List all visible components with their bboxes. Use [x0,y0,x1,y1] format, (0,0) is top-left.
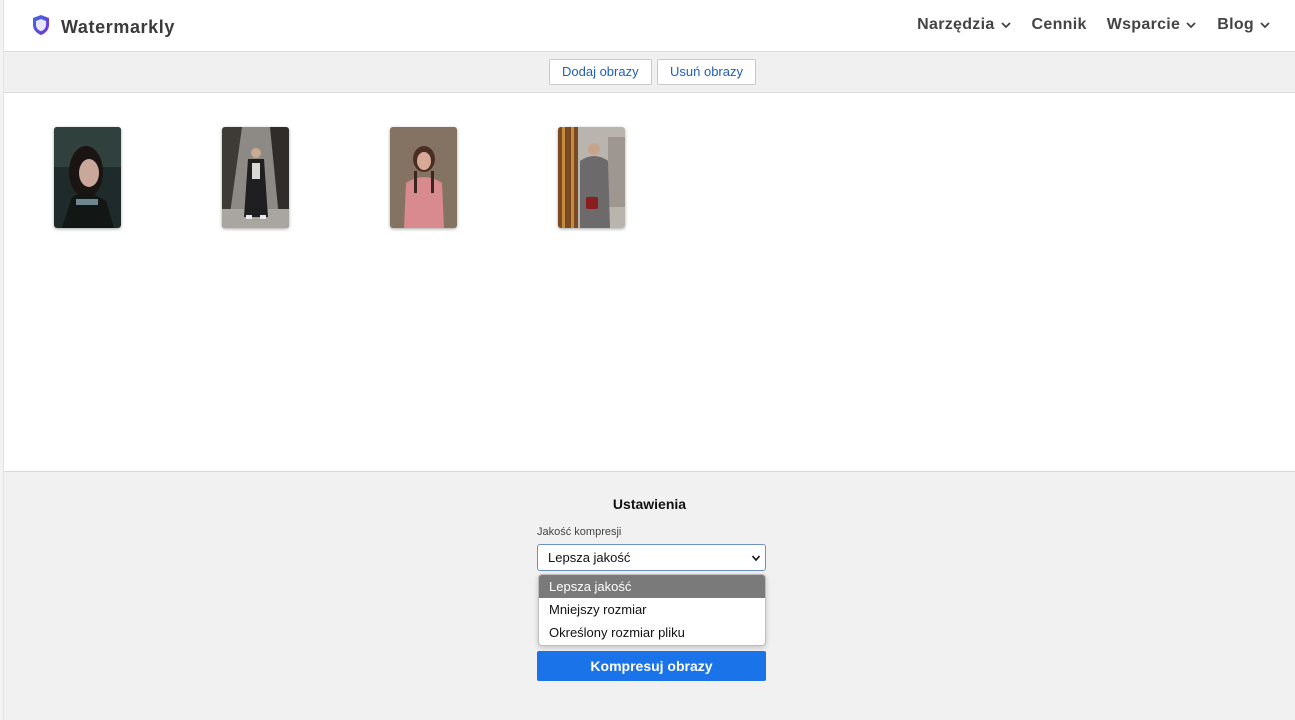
compress-images-button[interactable]: Kompresuj obrazy [537,651,766,681]
shield-logo-icon [31,14,51,41]
remove-images-button[interactable]: Usuń obrazy [657,59,756,85]
nav-item-narzedzia[interactable]: Narzędzia [917,16,1011,34]
brand-logo[interactable]: Watermarkly [31,14,175,41]
add-images-button[interactable]: Dodaj obrazy [549,59,652,85]
chevron-down-icon [1260,22,1270,29]
dropdown-option-better-quality[interactable]: Lepsza jakość [539,575,765,598]
photo-woman-window-scarf [558,127,625,228]
chevron-down-icon [1186,22,1196,29]
nav-item-label: Cennik [1031,16,1087,33]
compression-quality-select[interactable]: Lepsza jakość [537,544,766,571]
photo-woman-pink-jacket [390,127,457,228]
dropdown-option-smaller-size[interactable]: Mniejszy rozmiar [539,598,765,621]
image-toolbar: Dodaj obrazy Usuń obrazy [4,52,1295,93]
brand-name: Watermarkly [61,17,175,37]
photo-woman-dark-hair [54,127,121,228]
nav-item-blog[interactable]: Blog [1217,16,1271,34]
image-thumbnail[interactable] [54,127,121,228]
image-thumbnail[interactable] [222,127,289,228]
nav-item-label: Wsparcie [1106,16,1181,33]
image-thumbnail[interactable] [558,127,625,228]
main-nav: Narzędzia Cennik Wsparcie Blog [917,16,1271,34]
nav-item-label: Blog [1217,16,1254,33]
top-navigation-bar: Watermarkly Narzędzia Cennik Wsparcie Bl… [4,0,1295,52]
chevron-down-icon [1000,22,1011,29]
settings-title: Ustawienia [612,496,687,512]
nav-item-wsparcie[interactable]: Wsparcie [1107,16,1198,34]
photo-woman-long-coat [222,127,289,228]
chevron-down-icon [751,555,761,562]
nav-item-cennik[interactable]: Cennik [1032,16,1087,34]
nav-item-label: Narzędzia [917,16,995,33]
compression-quality-dropdown: Lepsza jakość Mniejszy rozmiar Określony… [538,574,766,646]
settings-panel: Ustawienia Jakość kompresji Lepsza jakoś… [4,471,1295,720]
dropdown-option-specific-file-size[interactable]: Określony rozmiar pliku [539,621,765,644]
select-value: Lepsza jakość [548,550,631,565]
image-gallery [4,93,1295,471]
compression-quality-label: Jakość kompresji [537,526,622,538]
image-thumbnail[interactable] [390,127,457,228]
